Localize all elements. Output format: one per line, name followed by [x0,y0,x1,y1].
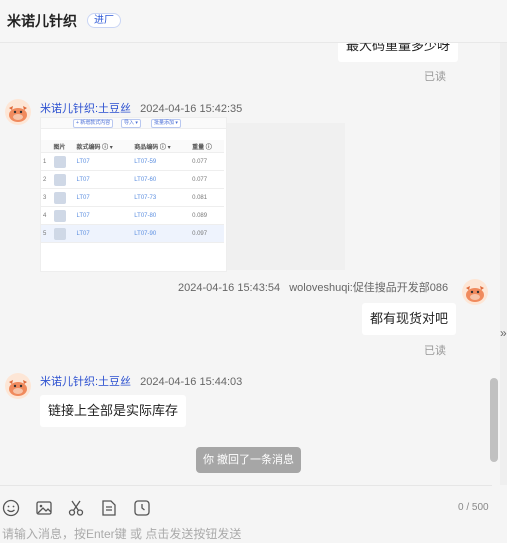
screenshot-button[interactable] [65,497,87,519]
message-meta: 米诺儿针织:土豆丝 2024-04-16 15:44:03 [40,373,242,389]
timestamp: 2024-04-16 15:44:03 [140,376,243,388]
emoji-icon [2,499,20,517]
garment-thumbnail-icon [53,155,66,168]
product-code: LT07-59 [132,152,191,171]
weight: 0.077 [190,152,224,171]
image-shadow [225,123,345,270]
garment-thumbnail-icon [53,209,66,222]
recall-notice: 你 撤回了一条消息 [196,447,302,473]
cow-avatar-icon [462,279,488,305]
timestamp: 2024-04-16 15:42:35 [140,103,243,115]
table-header [41,140,52,153]
table-row: 2 LT07 LT07-60 0.077 [41,170,224,189]
style-code: LT07 [74,206,133,225]
table-row: 3 LT07 LT07-73 0.081 [41,188,224,207]
message-meta: 米诺儿针织:土豆丝 2024-04-16 15:42:35 [40,100,242,116]
product-code: LT07-80 [132,206,191,225]
image-toolbar: + 新增款式内容 导入 ▾ 批量添加 ▾ [41,118,226,129]
message-text: 都有现货对吧 [370,311,449,326]
product-thumbnail [51,188,75,207]
product-thumbnail [51,206,75,225]
status-badge: 进厂 [87,13,121,28]
avatar[interactable] [5,99,31,125]
message-bubble-incoming: 链接上全部是实际库存 [40,395,187,427]
document-button[interactable] [98,497,120,519]
history-button[interactable] [131,497,153,519]
message-bubble-outgoing: 最大码重量多少呀 [338,43,459,62]
message-bubble-outgoing: 都有现货对吧 [362,303,457,335]
table-header: 款式编码 ⓘ ▾ [74,140,133,153]
image-icon [36,501,52,515]
avatar[interactable] [5,373,31,399]
message-input[interactable] [0,525,492,543]
cow-avatar-icon [5,99,31,125]
image-toolbar-button: 导入 ▾ [121,119,141,128]
message-text: 最大码重量多少呀 [346,43,451,53]
timestamp: 2024-04-16 15:43:54 [178,282,281,294]
character-counter: 0 / 500 [458,502,489,513]
row-number: 1 [41,152,52,171]
style-code: LT07 [74,224,133,243]
row-number: 5 [41,224,52,243]
image-toolbar-button: + 新增款式内容 [73,119,114,128]
row-number: 2 [41,170,52,189]
row-number: 3 [41,188,52,207]
weight: 0.097 [190,224,224,243]
message-text: 链接上全部是实际库存 [48,403,179,418]
product-thumbnail [51,152,75,171]
image-toolbar-button: 批量添加 ▾ [151,119,181,128]
image-table: 图片 款式编码 ⓘ ▾ 商品编码 ⓘ ▾ 重量 ⓘ 1 LT07 LT07-59… [41,140,224,243]
sender-name[interactable]: 米诺儿针织:土豆丝 [40,376,131,388]
product-code: LT07-73 [132,188,191,207]
style-code: LT07 [74,152,133,171]
shop-name: 米诺儿针织 [7,13,77,29]
product-thumbnail [51,224,75,243]
document-icon [102,500,116,516]
table-row: 1 LT07 LT07-59 0.077 [41,152,224,171]
weight: 0.077 [190,170,224,189]
emoji-button[interactable] [0,497,22,519]
row-number: 4 [41,206,52,225]
style-code: LT07 [74,188,133,207]
cow-avatar-icon [5,373,31,399]
sender-name[interactable]: 米诺儿针织:土豆丝 [40,103,131,115]
read-receipt: 已读 [424,345,446,357]
table-header: 图片 [51,140,75,153]
composer-divider [0,485,492,486]
scissors-icon [68,500,84,516]
product-code: LT07-90 [132,224,191,243]
image-message[interactable]: + 新增款式内容 导入 ▾ 批量添加 ▾ 图片 款式编码 ⓘ ▾ 商品编码 ⓘ … [40,117,227,272]
expand-panel-icon[interactable]: » [500,326,507,340]
sender-name: woloveshuqi:促佳搜品开发部086 [289,282,449,294]
garment-thumbnail-icon [53,173,66,186]
product-thumbnail [51,170,75,189]
history-icon [134,500,150,516]
table-header-row: 图片 款式编码 ⓘ ▾ 商品编码 ⓘ ▾ 重量 ⓘ [41,140,224,153]
product-code: LT07-60 [132,170,191,189]
weight: 0.089 [190,206,224,225]
garment-thumbnail-icon [53,191,66,204]
avatar[interactable] [462,279,488,305]
table-row: 5 LT07 LT07-90 0.097 [41,224,224,243]
table-header: 商品编码 ⓘ ▾ [132,140,191,153]
table-row: 4 LT07 LT07-80 0.089 [41,206,224,225]
scrollbar-track[interactable] [500,43,507,485]
read-receipt: 已读 [424,71,446,83]
weight: 0.081 [190,188,224,207]
scrollbar-thumb[interactable] [490,378,498,462]
table-header: 重量 ⓘ [190,140,224,153]
image-button[interactable] [33,497,55,519]
message-meta: 2024-04-16 15:43:54 woloveshuqi:促佳搜品开发部0… [178,279,448,295]
style-code: LT07 [74,170,133,189]
chat-header: 米诺儿针织 进厂 [0,0,507,43]
garment-thumbnail-icon [53,227,66,240]
